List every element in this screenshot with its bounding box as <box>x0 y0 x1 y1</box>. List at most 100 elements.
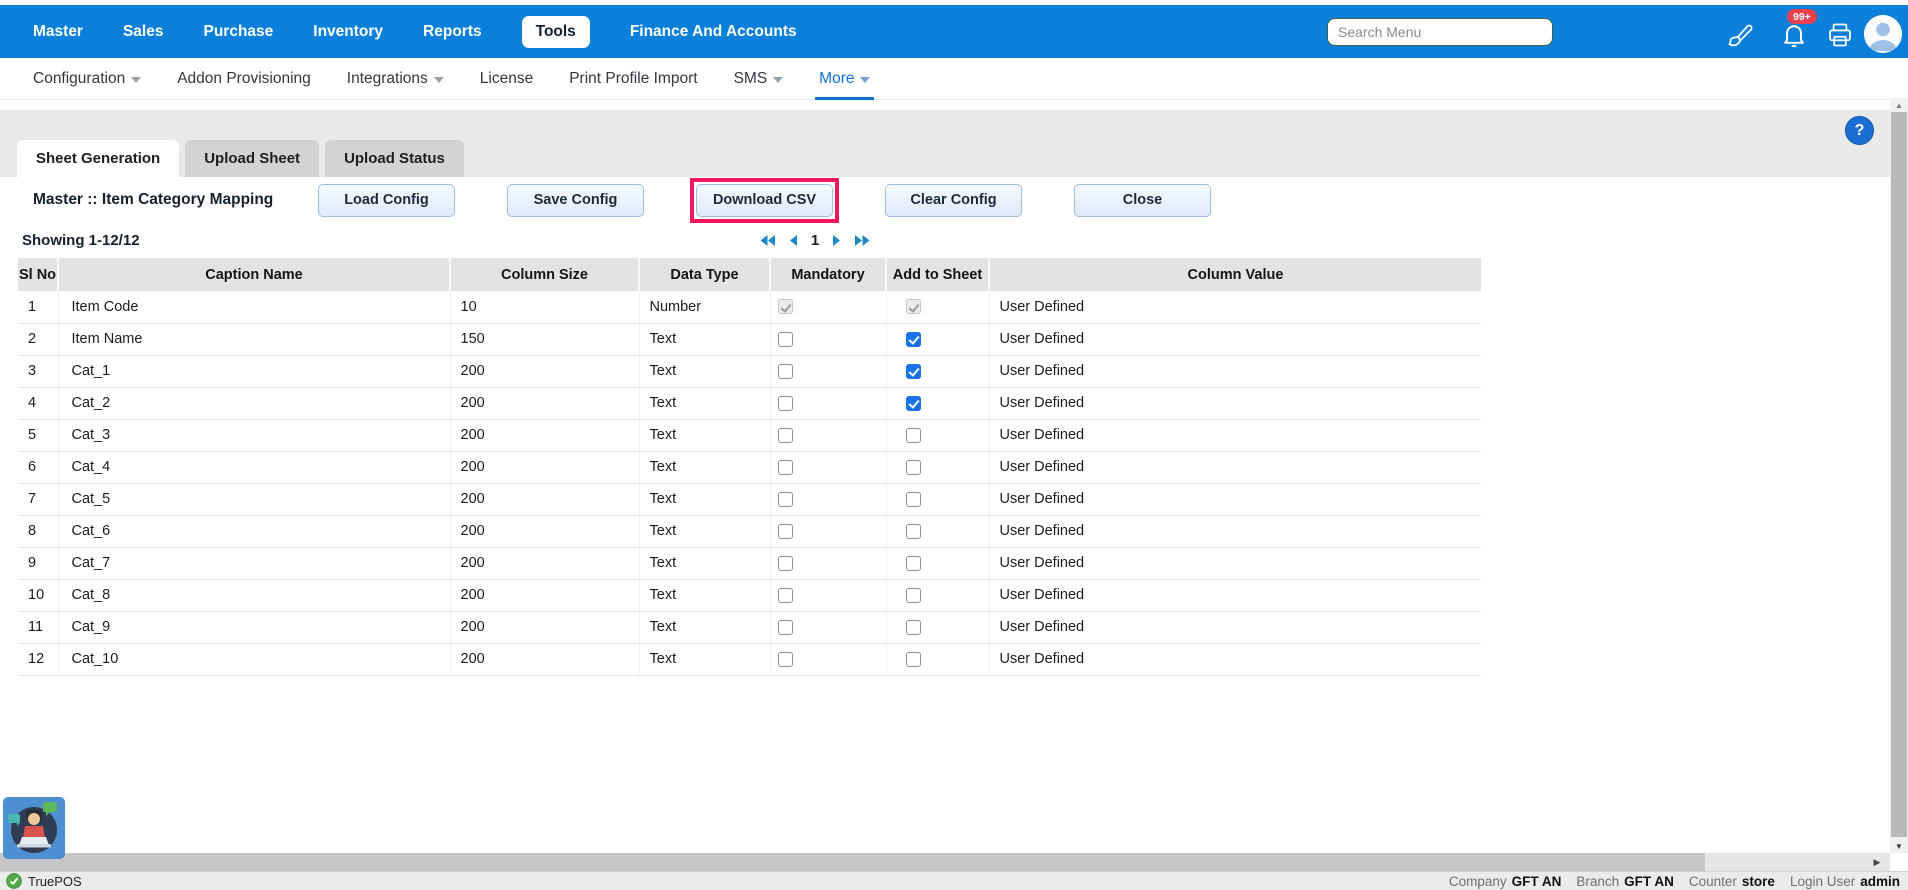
vertical-scrollbar[interactable]: ▲ ▼ <box>1890 98 1908 853</box>
previous-page-button[interactable] <box>789 234 798 247</box>
mapping-table: Sl NoCaption NameColumn SizeData TypeMan… <box>18 258 1481 676</box>
mandatory-checkbox[interactable] <box>778 396 793 411</box>
subnav-item-label: SMS <box>734 70 768 88</box>
bell-icon[interactable] <box>1780 21 1808 49</box>
load-config-button[interactable]: Load Config <box>318 184 455 217</box>
close-button[interactable]: Close <box>1074 184 1211 217</box>
connection-ok-icon <box>6 873 22 889</box>
printer-icon[interactable] <box>1826 21 1854 49</box>
mandatory-checkbox[interactable] <box>778 556 793 571</box>
add-to-sheet-cell <box>886 643 989 675</box>
save-config-button[interactable]: Save Config <box>507 184 644 217</box>
column-value-cell: User Defined <box>989 579 1481 611</box>
sl-no-cell: 1 <box>18 291 58 323</box>
table-row: 12Cat_10200TextUser Defined <box>18 643 1481 675</box>
tab-upload-status[interactable]: Upload Status <box>325 140 464 177</box>
add-to-sheet-cell <box>886 547 989 579</box>
tab-upload-sheet[interactable]: Upload Sheet <box>185 140 319 177</box>
add-to-sheet-checkbox[interactable] <box>906 396 921 411</box>
app-name: TruePOS <box>28 874 82 889</box>
subnav-item-label: More <box>819 70 854 88</box>
subnav-item-label: Configuration <box>33 70 125 88</box>
mandatory-checkbox[interactable] <box>778 364 793 379</box>
tab-sheet-generation[interactable]: Sheet Generation <box>17 140 179 177</box>
status-pair-branch: BranchGFT AN <box>1576 874 1674 889</box>
table-row: 9Cat_7200TextUser Defined <box>18 547 1481 579</box>
scroll-down-arrow-icon[interactable]: ▼ <box>1890 839 1908 853</box>
subnav-item-sms[interactable]: SMS <box>734 58 784 100</box>
mandatory-cell <box>770 643 886 675</box>
user-avatar[interactable] <box>1864 15 1902 53</box>
add-to-sheet-checkbox[interactable] <box>906 652 921 667</box>
add-to-sheet-checkbox[interactable] <box>906 332 921 347</box>
subnav-item-addon-provisioning[interactable]: Addon Provisioning <box>177 58 311 100</box>
add-to-sheet-checkbox[interactable] <box>906 524 921 539</box>
data-type-cell: Text <box>639 515 770 547</box>
subnav-item-print-profile-import[interactable]: Print Profile Import <box>569 58 697 100</box>
topnav-item-sales[interactable]: Sales <box>123 23 164 41</box>
add-to-sheet-checkbox[interactable] <box>906 620 921 635</box>
scroll-right-arrow-icon[interactable]: ▶ <box>1866 853 1888 871</box>
subnav-item-label: License <box>480 70 533 88</box>
mandatory-checkbox[interactable] <box>778 524 793 539</box>
column-value-cell: User Defined <box>989 547 1481 579</box>
subnav-item-configuration[interactable]: Configuration <box>33 58 141 100</box>
paintbrush-icon[interactable] <box>1727 21 1755 49</box>
vertical-scrollbar-thumb[interactable] <box>1891 112 1907 837</box>
mandatory-checkbox[interactable] <box>778 428 793 443</box>
mandatory-cell <box>770 419 886 451</box>
data-type-cell: Text <box>639 579 770 611</box>
add-to-sheet-checkbox[interactable] <box>906 364 921 379</box>
first-page-button[interactable] <box>759 234 776 247</box>
add-to-sheet-checkbox[interactable] <box>906 492 921 507</box>
column-value-cell: User Defined <box>989 387 1481 419</box>
add-to-sheet-checkbox[interactable] <box>906 428 921 443</box>
sl-no-cell: 5 <box>18 419 58 451</box>
table-row: 4Cat_2200TextUser Defined <box>18 387 1481 419</box>
table-header-row: Sl NoCaption NameColumn SizeData TypeMan… <box>18 258 1481 291</box>
horizontal-scrollbar-thumb[interactable] <box>0 853 1705 871</box>
mandatory-cell <box>770 515 886 547</box>
column-value-cell: User Defined <box>989 451 1481 483</box>
top-navigation-bar: Master Sales Purchase Inventory Reports Tools… <box>0 5 1908 58</box>
list-header-row: Showing 1-12/12 1 <box>0 223 1481 258</box>
topnav-item-tools[interactable]: Tools <box>522 16 590 48</box>
add-to-sheet-cell <box>886 291 989 323</box>
mandatory-cell <box>770 451 886 483</box>
status-pair-company: CompanyGFT AN <box>1449 874 1562 889</box>
search-input[interactable] <box>1327 18 1553 46</box>
sl-no-cell: 12 <box>18 643 58 675</box>
topnav-item-reports[interactable]: Reports <box>423 23 482 41</box>
column-value-cell: User Defined <box>989 483 1481 515</box>
column-header-caption-name: Caption Name <box>58 258 450 291</box>
status-value: store <box>1742 874 1775 889</box>
download-csv-button[interactable]: Download CSV <box>696 184 833 217</box>
add-to-sheet-cell <box>886 579 989 611</box>
mandatory-checkbox[interactable] <box>778 652 793 667</box>
topnav-item-purchase[interactable]: Purchase <box>203 23 273 41</box>
mandatory-checkbox[interactable] <box>778 460 793 475</box>
topnav-item-inventory[interactable]: Inventory <box>313 23 383 41</box>
last-page-button[interactable] <box>854 234 871 247</box>
subnav-item-license[interactable]: License <box>480 58 533 100</box>
topnav-item-finance-and-accounts[interactable]: Finance And Accounts <box>630 23 797 41</box>
add-to-sheet-checkbox[interactable] <box>906 556 921 571</box>
chat-support-widget-icon[interactable] <box>3 797 65 859</box>
subnav-item-more[interactable]: More <box>819 58 870 100</box>
add-to-sheet-checkbox[interactable] <box>906 460 921 475</box>
horizontal-scrollbar[interactable]: ▶ <box>0 853 1890 871</box>
scroll-up-arrow-icon[interactable]: ▲ <box>1890 98 1908 112</box>
mandatory-checkbox[interactable] <box>778 332 793 347</box>
subnav-item-integrations[interactable]: Integrations <box>347 58 444 100</box>
clear-config-button[interactable]: Clear Config <box>885 184 1022 217</box>
mandatory-checkbox[interactable] <box>778 588 793 603</box>
help-button[interactable]: ? <box>1845 116 1874 145</box>
highlight-ring: Download CSV <box>690 178 839 223</box>
status-label: Counter <box>1689 874 1737 889</box>
column-value-cell: User Defined <box>989 355 1481 387</box>
topnav-item-master[interactable]: Master <box>33 23 83 41</box>
mandatory-checkbox[interactable] <box>778 620 793 635</box>
next-page-button[interactable] <box>832 234 841 247</box>
add-to-sheet-checkbox[interactable] <box>906 588 921 603</box>
mandatory-checkbox[interactable] <box>778 492 793 507</box>
